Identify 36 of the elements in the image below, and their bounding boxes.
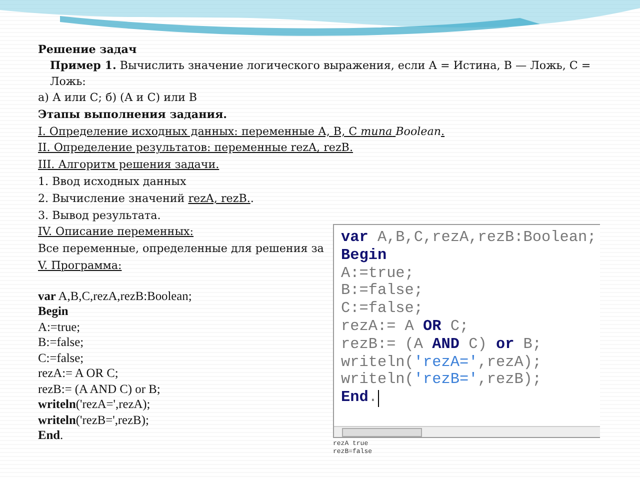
text-cursor xyxy=(378,390,380,407)
text-line: а) А или С; б) (А и С) или В xyxy=(38,90,198,106)
code-line: C:=false; xyxy=(341,300,424,318)
example-text: Пример 1. Вычислить значение логического выражения, если А = Истина, В — Ложь, С = Ложь: xyxy=(50,58,592,90)
text-line: II. Определение результатов: переменные rezA, rezB. xyxy=(38,140,353,156)
text-line: III. Алгоритм решения задачи. xyxy=(38,157,220,174)
code-line: rezB:= (A AND C) or B; xyxy=(341,336,542,354)
code-line: Begin xyxy=(341,246,387,265)
section-heading: Этапы выполнения задания. xyxy=(38,106,228,123)
text-line: 1. Ввод исходных данных xyxy=(38,174,186,190)
code-line: var A,B,C,rezA,rezB:Boolean; xyxy=(341,229,596,247)
code-line: writeln('rezB=',rezB); xyxy=(341,371,542,390)
text-line: Все переменные, определенные для решения за xyxy=(38,241,324,258)
code-line: Begin xyxy=(38,304,68,320)
code-line: rezA:= A OR C; xyxy=(38,366,118,382)
code-line: writeln('rezB=',rezB); xyxy=(38,412,149,428)
code-line: A:=true; xyxy=(38,320,80,336)
code-line: writeln('rezA=',rezA); xyxy=(341,354,542,372)
code-editor[interactable]: var A,B,C,rezA,rezB:Boolean; Begin A:=true; B:=false; C:=false; rezA:= A OR C; rezB:= (A AND C) or B; writeln('rezA=',rezA); writeln('rezB=',rezB); End. xyxy=(333,224,600,438)
code-line: C:=false; xyxy=(38,350,84,366)
code-line: End. xyxy=(38,428,64,444)
text-line: 3. Вывод результата. xyxy=(38,208,161,224)
text-line: IV. Описание переменных: xyxy=(38,224,194,240)
lesson-title: Решение задач xyxy=(38,42,137,58)
code-line: B:=false; xyxy=(38,335,84,351)
text-line: V. Программа: xyxy=(38,258,122,274)
code-line: B:=false; xyxy=(341,282,424,300)
code-line: var A,B,C,rezA,rezB:Boolean; xyxy=(38,288,192,304)
text-line: I. Определение исходных данных: переменные А, В, С типа Boolean. xyxy=(38,124,445,140)
code-line: rezA:= A OR C; xyxy=(341,318,469,336)
scrollbar[interactable] xyxy=(334,426,600,437)
code-line: End. xyxy=(341,389,378,407)
code-line: writeln('rezA=',rezA); xyxy=(38,397,150,413)
code-line: A:=true; xyxy=(341,264,414,282)
code-line: rezB:= (A AND C) or B; xyxy=(38,382,160,398)
text-line: 2. Вычисление значений rezA, rezB.. xyxy=(38,190,254,207)
